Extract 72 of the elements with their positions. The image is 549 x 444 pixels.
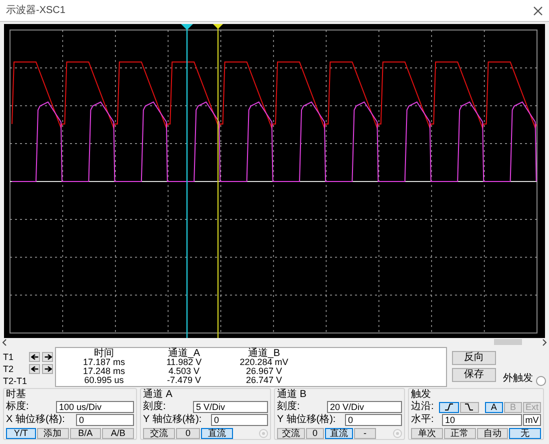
row-label: T2-T1 <box>3 376 28 386</box>
mode-button[interactable]: 添加 <box>36 428 69 438</box>
mode-button[interactable]: 单次 <box>411 428 443 438</box>
mode-button[interactable]: 交流 <box>143 428 175 438</box>
field-label: 刻度: <box>143 402 167 412</box>
scrollbar-thumb[interactable] <box>494 339 522 345</box>
input-field[interactable]: 10 <box>442 414 522 426</box>
unit-field[interactable]: mV <box>523 414 541 426</box>
mode-button[interactable]: Y/T <box>6 428 36 438</box>
readout-value: 17.187 ms <box>82 358 126 367</box>
mode-button[interactable]: 0 <box>306 428 324 438</box>
mode-button[interactable]: 直流 <box>325 428 353 438</box>
readout-value: -7.479 V <box>166 376 202 385</box>
trigger-label: 外触发 <box>503 372 533 386</box>
source-button[interactable]: A <box>484 402 503 412</box>
action-button[interactable]: 保存 <box>452 368 496 382</box>
readout-value: 26.967 V <box>244 367 284 376</box>
window-title: 示波器-XSC1 <box>6 4 66 18</box>
field-label: X 轴位移(格): <box>6 415 66 425</box>
close-icon[interactable] <box>533 6 543 16</box>
action-button[interactable]: 反向 <box>452 351 496 365</box>
input-field[interactable]: 20 V/Div <box>327 401 402 413</box>
column-header: 时间 <box>94 349 115 358</box>
edge-button[interactable] <box>438 402 459 412</box>
field-label: 边沿: <box>411 402 435 412</box>
readout-value: 17.248 ms <box>82 367 126 376</box>
radio-button[interactable] <box>259 428 268 438</box>
group-title: 通道 A <box>143 389 172 400</box>
input-field[interactable]: 0 <box>345 414 402 426</box>
group-title: 通道 B <box>277 389 306 400</box>
mode-button[interactable]: 直流 <box>201 428 233 438</box>
falling-edge-icon <box>464 403 474 411</box>
arrow-button[interactable] <box>42 352 54 362</box>
radio-button[interactable] <box>393 428 402 438</box>
arrow-button[interactable] <box>29 364 40 374</box>
readout-value: 220.284 mV <box>238 358 290 367</box>
group-title: 时基 <box>6 389 26 400</box>
input-field[interactable]: 100 us/Div <box>56 401 134 413</box>
readout-value: 11.982 V <box>165 358 203 367</box>
input-field[interactable]: 0 <box>76 414 134 426</box>
mode-button[interactable]: B/A <box>70 428 102 438</box>
mode-button[interactable]: - <box>354 428 376 438</box>
mode-button[interactable]: 正常 <box>444 428 476 438</box>
arrow-button[interactable] <box>42 364 54 374</box>
readout-value: 26.747 V <box>244 376 284 385</box>
column-header: 通道_B <box>248 349 280 358</box>
readout-value: 4.503 V <box>167 367 201 376</box>
edge-button[interactable] <box>460 402 480 412</box>
field-label: 刻度: <box>277 402 301 412</box>
scroll-left-icon[interactable] <box>2 338 7 346</box>
input-field[interactable]: 5 V/Div <box>193 401 268 413</box>
readout-value: 60.995 us <box>83 376 125 385</box>
field-label: Y 轴位移(格): <box>277 415 337 425</box>
field-label: 标度: <box>6 402 30 412</box>
arrow-button[interactable] <box>29 352 40 362</box>
mode-button[interactable]: 自动 <box>476 428 508 438</box>
mode-button[interactable]: 0 <box>176 428 200 438</box>
group-title: 触发 <box>411 389 431 400</box>
row-label: T1 <box>3 352 15 362</box>
field-label: Y 轴位移(格): <box>143 415 203 425</box>
mode-button[interactable]: 交流 <box>277 428 305 438</box>
cursor-line[interactable] <box>213 24 223 338</box>
rising-edge-icon <box>444 403 454 411</box>
input-field[interactable]: 0 <box>211 414 268 426</box>
mode-button[interactable]: 无 <box>509 428 541 438</box>
scroll-right-icon[interactable] <box>542 338 547 346</box>
radio-button[interactable] <box>536 376 546 386</box>
cursor-line[interactable] <box>181 24 193 338</box>
mode-button[interactable]: A/B <box>102 428 134 438</box>
column-header: 通道_A <box>168 349 200 358</box>
field-label: 水平: <box>411 415 435 425</box>
row-label: T2 <box>3 364 15 374</box>
